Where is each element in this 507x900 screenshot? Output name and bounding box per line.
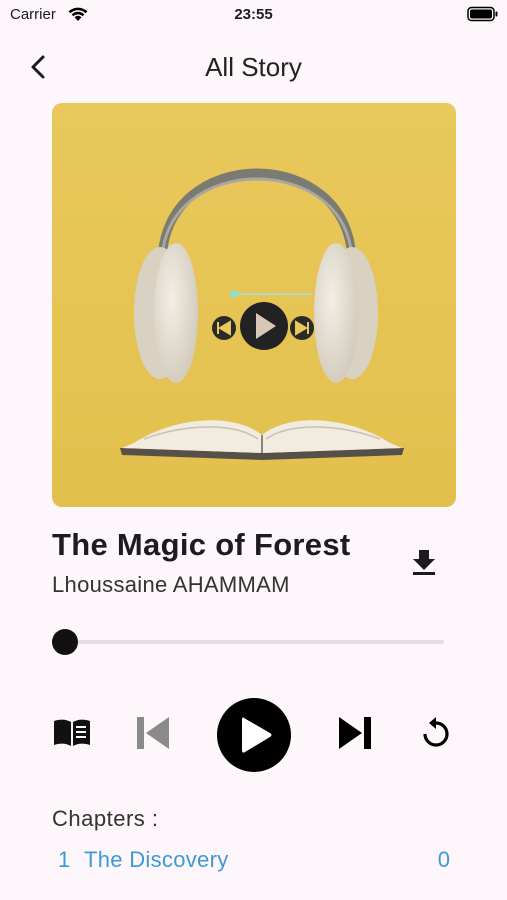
chapter-number: 1 bbox=[58, 847, 71, 872]
story-title: The Magic of Forest bbox=[52, 527, 351, 562]
slider-thumb[interactable] bbox=[52, 629, 78, 655]
chapters-label: Chapters : bbox=[52, 806, 159, 831]
cover-artwork bbox=[52, 103, 456, 507]
progress-slider[interactable] bbox=[52, 628, 444, 656]
status-bar: Carrier 23:55 bbox=[0, 0, 507, 30]
play-icon bbox=[217, 698, 291, 772]
chapter-count: 0 bbox=[437, 847, 450, 872]
clock: 23:55 bbox=[234, 6, 273, 23]
skip-next-icon[interactable] bbox=[334, 713, 376, 753]
battery-icon bbox=[467, 6, 498, 22]
page-title: All Story bbox=[205, 52, 302, 82]
playback-controls bbox=[0, 695, 507, 775]
app-bar: All Story bbox=[0, 40, 507, 96]
download-icon[interactable] bbox=[411, 548, 437, 576]
chapter-item[interactable]: 1 The Discovery 0 bbox=[52, 847, 454, 877]
play-button[interactable] bbox=[216, 697, 292, 773]
slider-track bbox=[52, 640, 444, 644]
book-icon[interactable] bbox=[52, 715, 92, 751]
skip-previous-icon[interactable] bbox=[132, 713, 174, 753]
story-author: Lhoussaine AHAMMAM bbox=[52, 572, 290, 597]
replay-icon[interactable] bbox=[419, 715, 453, 751]
chapter-name: The Discovery bbox=[84, 847, 229, 872]
